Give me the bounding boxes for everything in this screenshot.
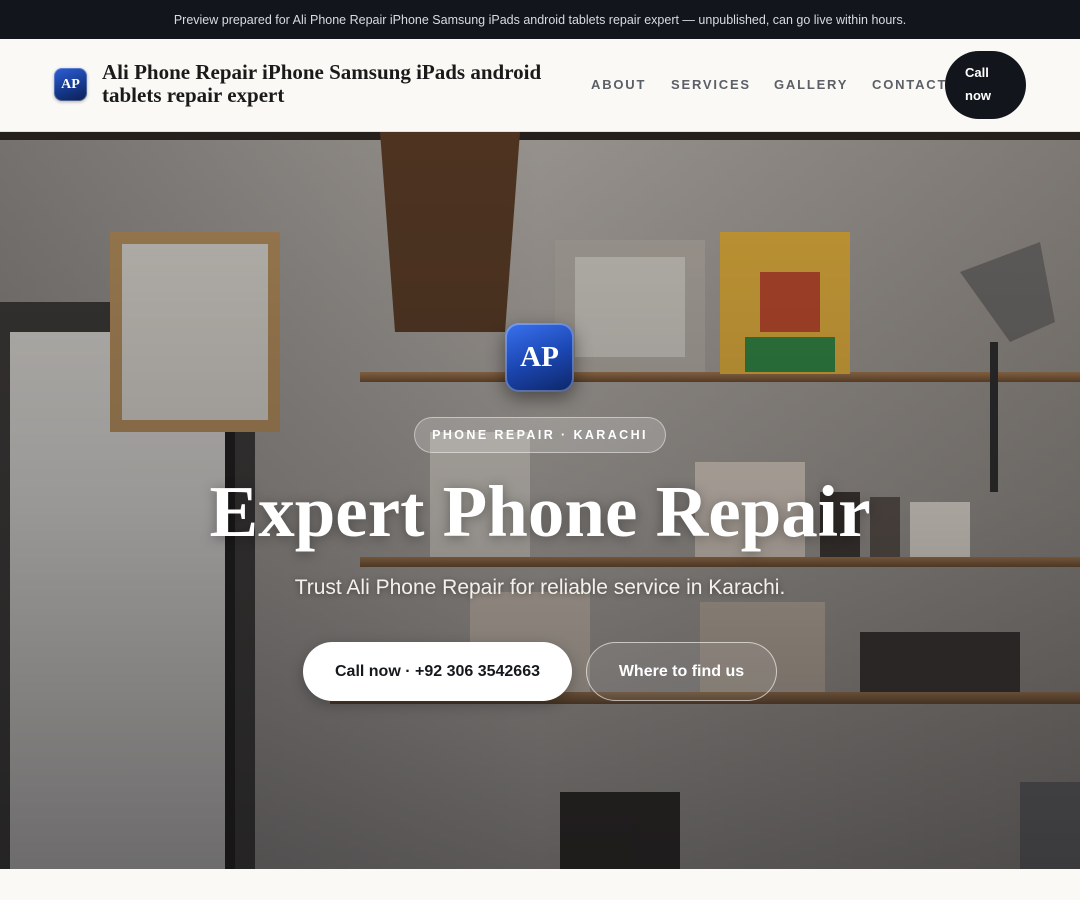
hero-section: AP PHONE REPAIR · KARACHI Expert Phone R…	[0, 132, 1080, 869]
preview-banner: Preview prepared for Ali Phone Repair iP…	[0, 0, 1080, 39]
hero-find-us-button[interactable]: Where to find us	[586, 642, 777, 701]
nav-services-link[interactable]: SERVICES	[671, 77, 751, 92]
preview-banner-text: Preview prepared for Ali Phone Repair iP…	[173, 12, 907, 27]
hero-title: Expert Phone Repair	[209, 471, 871, 552]
brand-name[interactable]: Ali Phone Repair iPhone Samsung iPads an…	[102, 61, 582, 107]
site-header: AP Ali Phone Repair iPhone Samsung iPads…	[0, 39, 1080, 132]
hero-logo-icon: AP	[505, 323, 574, 392]
hero-subtitle: Trust Ali Phone Repair for reliable serv…	[294, 576, 786, 599]
nav-about-link[interactable]: ABOUT	[591, 77, 646, 92]
hero-call-button[interactable]: Call now · +92 306 3542663	[303, 642, 572, 701]
nav-contact-link[interactable]: CONTACT	[872, 77, 947, 92]
nav-gallery-link[interactable]: GALLERY	[774, 77, 848, 92]
brand-logo-icon[interactable]: AP	[54, 68, 87, 101]
hero-eyebrow-tag: PHONE REPAIR · KARACHI	[414, 417, 666, 453]
header-call-now-button[interactable]: Call now	[945, 51, 1026, 119]
next-section	[0, 869, 1080, 900]
